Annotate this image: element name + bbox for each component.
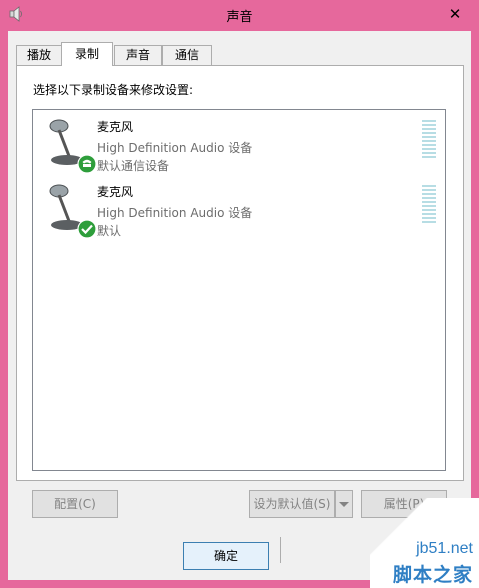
window-frame: 声音 ✕ 播放 录制 声音 通信 选择以下录制设备来修改设置: 麦克风 High… [0,0,479,588]
checkmark-icon [77,219,97,239]
device-status: 默认 [97,224,122,238]
device-description: High Definition Audio 设备 [97,141,253,155]
panel-prompt: 选择以下录制设备来修改设置: [33,83,194,97]
device-status: 默认通信设备 [97,159,170,173]
recording-panel: 选择以下录制设备来修改设置: 麦克风 High Definition Audio [16,65,464,481]
device-description: High Definition Audio 设备 [97,206,253,220]
watermark-brand: 脚本之家 [392,564,473,586]
cancel-button-edge[interactable] [280,537,287,563]
level-meter [422,185,436,225]
device-item-microphone-2[interactable]: 麦克风 High Definition Audio 设备 默认 [33,177,445,239]
device-list[interactable]: 麦克风 High Definition Audio 设备 默认通信设备 麦克风 … [32,109,446,471]
set-default-button[interactable]: 设为默认值(S) [249,490,335,518]
device-name: 麦克风 [97,185,134,199]
site-watermark: jb51.net 脚本之家 [370,498,479,588]
watermark-url: jb51.net [416,540,473,557]
close-button[interactable]: ✕ [441,4,469,24]
configure-button[interactable]: 配置(C) [32,490,118,518]
tab-playback[interactable]: 播放 [16,45,62,65]
level-meter [422,120,436,160]
tab-recording[interactable]: 录制 [61,42,113,66]
title-bar[interactable]: 声音 ✕ [0,0,479,30]
tab-sounds[interactable]: 声音 [114,45,162,65]
device-name: 麦克风 [97,120,134,134]
ok-button[interactable]: 确定 [183,542,269,570]
window-title: 声音 [226,10,253,25]
tab-communications[interactable]: 通信 [162,45,212,65]
set-default-dropdown-arrow[interactable] [335,490,353,518]
device-item-microphone-1[interactable]: 麦克风 High Definition Audio 设备 默认通信设备 [33,112,445,174]
phone-icon [77,154,97,174]
